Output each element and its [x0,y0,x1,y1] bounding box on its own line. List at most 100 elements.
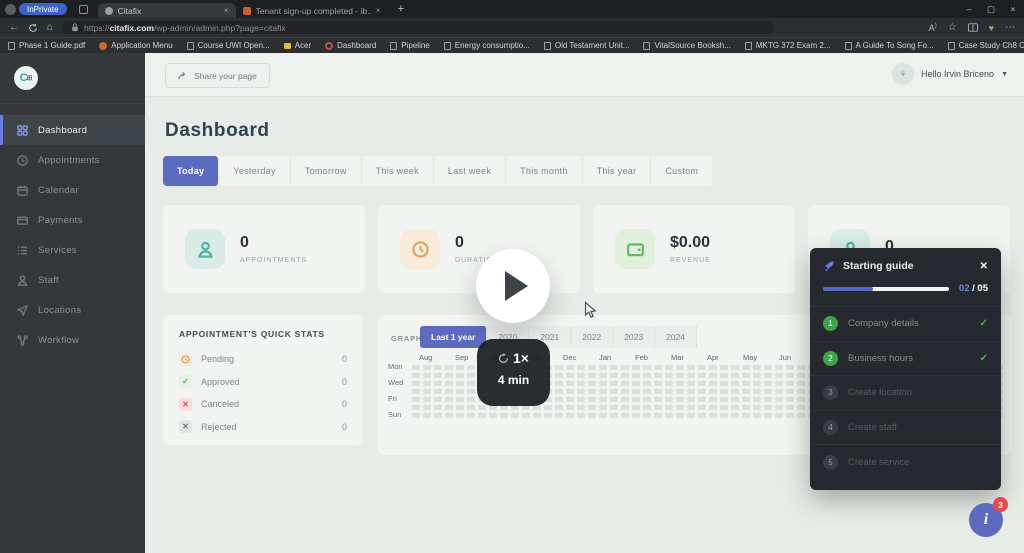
tab-close-icon[interactable]: × [376,6,381,15]
bookmark-item[interactable]: A Guide To Song Fo... [844,41,934,50]
heatmap-cell [423,373,431,378]
heatmap-cell [654,381,662,386]
sidebar-item-locations[interactable]: Locations [0,295,145,325]
heatmap-cell [577,413,585,418]
tab-actions-icon[interactable] [78,4,88,14]
graph-tab-last-1-year[interactable]: Last 1 year [420,326,488,348]
heatmap-cell [599,389,607,394]
guide-step-company-details[interactable]: 1 Company details ✓ [810,307,1001,342]
quick-stat-label: Canceled [201,399,240,410]
bookmark-item[interactable]: Acer [283,41,311,50]
bookmark-label: Course UWI Open... [197,41,270,50]
browser-tab-tenant[interactable]: Tenant sign-up completed - ib... × [236,3,388,18]
address-bar[interactable]: https://citafix.com/wp-admin/admin.php?p… [62,21,775,34]
sidebar-item-services[interactable]: Services [0,235,145,265]
file-icon [744,41,752,50]
heatmap-cell [797,405,805,410]
heatmap-cell [775,381,783,386]
browser-essentials-icon[interactable]: ♥ [989,23,994,33]
bookmark-item[interactable]: Application Menu [99,41,173,50]
sidebar-item-workflow[interactable]: Workflow [0,325,145,355]
heatmap-cell [665,381,673,386]
bookmarks-bar: Phase 1 Guide.pdf Application Menu Course … [0,37,1024,53]
back-icon[interactable]: ← [9,22,19,33]
guide-step-create-staff[interactable]: 4Create staff✓ [810,411,1001,446]
globe-favicon-icon [104,6,113,15]
filter-tab-this-week[interactable]: This week [361,156,434,186]
sidebar-item-staff[interactable]: Staff [0,265,145,295]
quick-stat-row-canceled: ✕ Canceled 0 [179,393,347,416]
heatmap-cell [467,397,475,402]
heatmap-cell [698,373,706,378]
heatmap-cell [797,389,805,394]
heatmap-cell [709,405,717,410]
heatmap-cell [753,413,761,418]
refresh-icon[interactable] [28,23,38,33]
sidebar-item-calendar[interactable]: Calendar [0,175,145,205]
heatmap-cell [467,381,475,386]
step-label: Create staff [848,422,897,434]
heatmap-cell [566,373,574,378]
filter-tab-this-month[interactable]: This month [506,156,583,186]
split-screen-icon[interactable] [967,23,978,32]
bookmark-item[interactable]: Course UWI Open... [186,41,270,50]
bookmark-item[interactable]: Dashboard [325,41,376,50]
day-label: Fri [388,394,397,403]
bookmark-item[interactable]: VitalSource Booksh... [643,41,731,50]
video-info-badge[interactable]: 1× 4 min [477,339,550,406]
filter-tab-this-year[interactable]: This year [582,156,652,186]
heatmap-cell [665,389,673,394]
bookmark-item[interactable]: Old Testament Unit... [543,41,629,50]
close-button[interactable]: × [1002,4,1024,15]
graph-tab-2023[interactable]: 2023 [613,326,656,348]
quick-stat-label: Rejected [201,421,237,432]
home-icon[interactable]: ⌂ [47,22,53,33]
browser-tab-citafix[interactable]: Citafix × [97,3,236,18]
more-menu-icon[interactable]: ⋯ [1005,22,1015,33]
guide-step-create-location[interactable]: 3Create location✓ [810,376,1001,411]
filter-tab-custom[interactable]: Custom [651,156,713,186]
sidebar-item-appointments[interactable]: Appointments [0,145,145,175]
month-label: May [743,353,758,362]
stat-label: REVENUE [670,257,711,264]
month-label: Apr [707,353,719,362]
filter-tab-yesterday[interactable]: Yesterday [219,156,291,186]
sidebar-item-payments[interactable]: Payments [0,205,145,235]
favorites-star-icon[interactable]: ☆ [948,22,957,33]
graph-tab-2022[interactable]: 2022 [571,326,614,348]
stat-value: 0 [240,234,249,251]
minimize-button[interactable]: – [958,4,980,15]
graph-tab-2024[interactable]: 2024 [655,326,698,348]
heatmap-cell [698,397,706,402]
filter-tab-today[interactable]: Today [163,156,220,186]
share-page-button[interactable]: Share your page [165,63,270,88]
filter-tab-last-week[interactable]: Last week [433,156,507,186]
tab-close-icon[interactable]: × [224,6,229,15]
heatmap-cell [698,405,706,410]
bookmark-item[interactable]: Energy consumptio... [443,41,530,50]
date-filter-tabs: Today Yesterday Tomorrow This week Last week… [163,156,713,186]
bookmark-item[interactable]: Case Study Ch8 Cy... [947,41,1024,50]
bookmark-item[interactable]: MKTG 372 Exam 2... [744,41,831,50]
bookmark-item[interactable]: Phase 1 Guide.pdf [8,41,85,50]
day-label: Sun [388,410,402,419]
heatmap-cell [797,413,805,418]
sidebar-item-label: Workflow [38,334,80,346]
bookmark-item[interactable]: Pipeline [390,41,430,50]
guide-step-business-hours[interactable]: 2 Business hours ✓ [810,342,1001,377]
person-icon [17,274,28,286]
heatmap-cell [709,381,717,386]
sidebar-item-dashboard[interactable]: Dashboard [0,115,145,145]
user-menu[interactable]: ⚘ Hello Irvin Briceno ▼ [892,63,1008,85]
maximize-button[interactable]: ▢ [980,4,1002,15]
heatmap-cell [610,381,618,386]
step-label: Company details [848,318,919,330]
guide-close-icon[interactable]: ✕ [980,261,988,272]
filter-tab-tomorrow[interactable]: Tomorrow [290,156,362,186]
guide-step-create-service[interactable]: 5Create service✓ [810,445,1001,480]
video-play-button[interactable] [476,249,550,323]
new-tab-button[interactable]: + [398,3,404,15]
read-aloud-icon[interactable]: A) [929,23,937,33]
heatmap-cell [731,389,739,394]
playback-speed-value: 1× [513,350,529,366]
